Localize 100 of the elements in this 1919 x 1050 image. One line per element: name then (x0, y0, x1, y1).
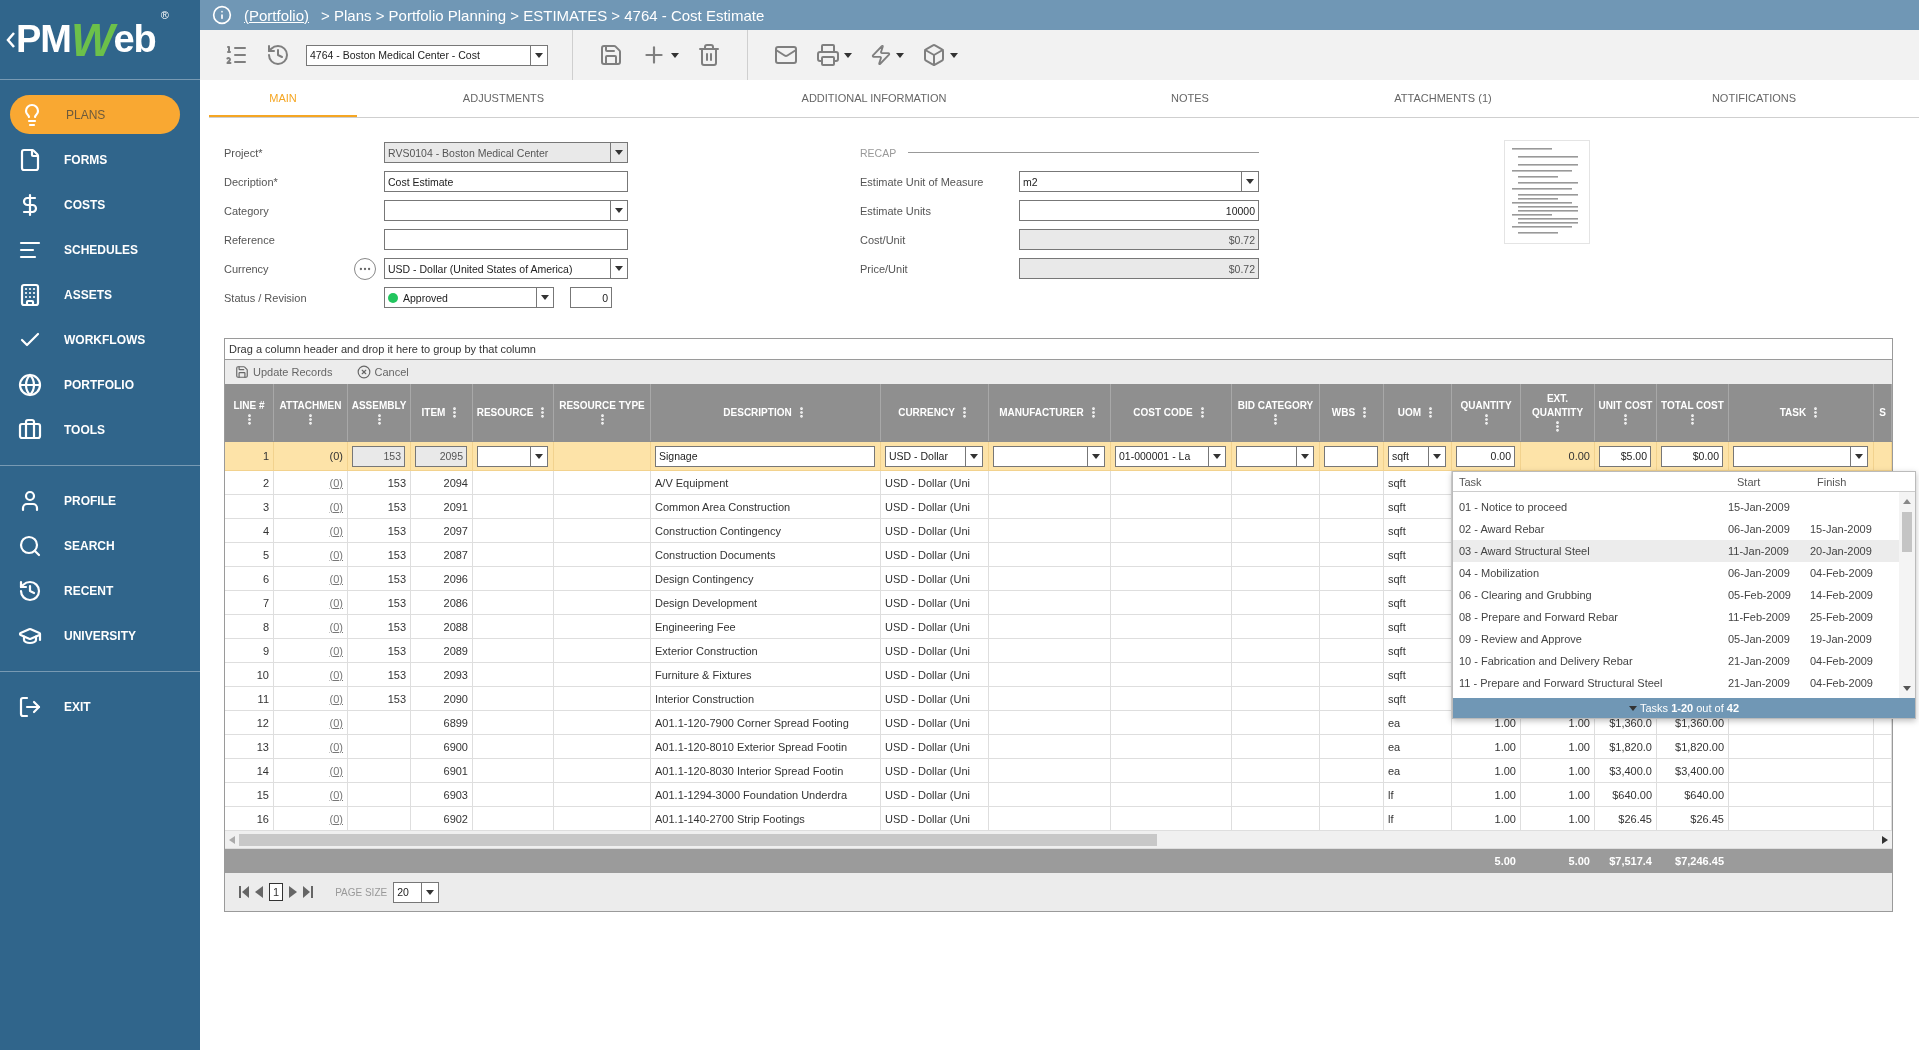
cell-select[interactable] (1236, 445, 1314, 467)
select-field[interactable] (384, 200, 628, 221)
table-cell: 2097 (443, 524, 468, 537)
select-field[interactable]: m2 (1019, 171, 1259, 192)
first-page-icon[interactable] (239, 886, 249, 898)
sidebar-item[interactable]: PLANS (10, 95, 180, 134)
column-header[interactable]: UOM (1397, 405, 1422, 420)
sidebar-item[interactable]: COSTS (10, 185, 180, 224)
select-field[interactable]: USD - Dollar (United States of America) (384, 258, 628, 279)
print-button[interactable] (814, 41, 854, 69)
sidebar-item[interactable]: PROFILE (10, 481, 180, 520)
more-button[interactable] (354, 257, 376, 280)
cell-input[interactable]: Signage (655, 445, 875, 467)
page-size-select[interactable]: 20 (393, 881, 440, 903)
caret-icon (896, 52, 904, 58)
field-label: Cost/Unit (860, 233, 907, 246)
cell-input[interactable]: 0.00 (1456, 445, 1515, 467)
tab[interactable]: NOTES (1098, 80, 1282, 117)
toolbar-button[interactable]: Cancel (356, 365, 409, 379)
column-header[interactable]: ATTACHMEN (279, 399, 342, 413)
input-field[interactable]: 10000 (1019, 200, 1259, 221)
sidebar-item[interactable]: PORTFOLIO (10, 365, 180, 404)
tab[interactable]: ADDITIONAL INFORMATION (650, 80, 1098, 117)
input-field[interactable]: Cost Estimate (384, 171, 628, 192)
column-header[interactable]: TOTAL COST (1661, 399, 1724, 413)
attachments-link[interactable]: (0) (329, 620, 343, 633)
column-header[interactable]: ITEM (421, 405, 446, 420)
cell-select[interactable]: USD - Dollar (885, 445, 983, 467)
column-header[interactable]: UNIT COST (1598, 399, 1653, 413)
attachments-link[interactable]: (0) (329, 788, 343, 801)
table-cell: USD - Dollar (Uni (885, 620, 970, 633)
column-header[interactable]: COST CODE (1133, 405, 1193, 420)
scrollbar[interactable] (225, 831, 1892, 849)
sidebar-item[interactable]: WORKFLOWS (10, 320, 180, 359)
cell-select[interactable]: sqft (1388, 445, 1446, 467)
sidebar-item[interactable]: EXIT (10, 687, 180, 726)
column-header[interactable]: WBS (1331, 405, 1356, 420)
input-field[interactable] (384, 229, 628, 250)
revision-field[interactable]: 0 (570, 287, 612, 308)
column-header[interactable]: BID CATEGORY (1237, 399, 1314, 413)
attachments-link[interactable]: (0) (329, 692, 343, 705)
table-cell: 2089 (443, 644, 468, 657)
attachments-link[interactable]: (0) (329, 764, 343, 777)
column-header[interactable]: LINE # (233, 399, 265, 413)
attachments-link[interactable]: (0) (329, 596, 343, 609)
sidebar-item[interactable]: FORMS (10, 140, 180, 179)
column-header[interactable]: CURRENCY (898, 405, 955, 420)
column-header[interactable]: RESOURCE TYPE (559, 399, 645, 413)
attachments-link[interactable]: (0) (329, 524, 343, 537)
attachments-link[interactable]: (0) (329, 572, 343, 585)
page-number[interactable]: 1 (269, 883, 284, 901)
table-cell: 4 (262, 524, 269, 537)
column-header[interactable]: S (1879, 405, 1886, 420)
cell-select[interactable] (993, 445, 1105, 467)
attachments-link[interactable]: (0) (329, 716, 343, 729)
column-header[interactable]: RESOURCE (476, 405, 534, 420)
scroll-left-icon[interactable] (229, 835, 235, 844)
toolbar-button[interactable]: Update Records (235, 365, 333, 379)
column-header[interactable]: EXT. QUANTITY (1523, 392, 1592, 420)
sidebar-item[interactable]: ASSETS (10, 275, 180, 314)
attachments-link[interactable]: (0) (329, 644, 343, 657)
sidebar-item[interactable]: TOOLS (10, 410, 180, 449)
cell-select[interactable] (1733, 445, 1868, 467)
attachments-link[interactable]: (0) (329, 812, 343, 825)
last-page-icon[interactable] (303, 886, 314, 898)
table-cell: USD - Dollar (Uni (885, 524, 970, 537)
record-select[interactable]: 4764 - Boston Medical Center - Cost (306, 44, 548, 66)
column-header[interactable]: TASK (1779, 405, 1807, 420)
table-cell: $1,360.00 (1675, 716, 1724, 729)
globe-icon (18, 372, 42, 397)
column-header[interactable]: DESCRIPTION (723, 405, 792, 420)
tab[interactable]: ATTACHMENTS (1) (1282, 80, 1604, 117)
cell-select[interactable]: 01-000001 - La (1115, 445, 1226, 467)
next-page-icon[interactable] (289, 886, 298, 898)
table-cell: lf (1388, 812, 1394, 825)
scrollbar[interactable] (1899, 492, 1915, 698)
previous-page-icon[interactable] (255, 886, 263, 898)
sidebar-item[interactable]: UNIVERSITY (10, 616, 180, 655)
tab[interactable]: ADJUSTMENTS (357, 80, 650, 117)
attachments-link[interactable]: (0) (329, 740, 343, 753)
attachments-link[interactable]: (0) (329, 500, 343, 513)
cell-input[interactable]: $0.00 (1661, 445, 1723, 467)
cell-input[interactable]: $5.00 (1599, 445, 1651, 467)
scroll-right-icon[interactable] (1882, 835, 1888, 844)
column-header[interactable]: MANUFACTURER (999, 405, 1084, 420)
document-thumbnail[interactable] (1504, 140, 1590, 244)
sidebar-item[interactable]: SEARCH (10, 526, 180, 565)
sidebar-item[interactable]: RECENT (10, 571, 180, 610)
tab[interactable]: NOTIFICATIONS (1604, 80, 1904, 117)
select-field[interactable]: Approved (384, 287, 554, 308)
cell-select[interactable] (477, 445, 548, 467)
info-icon[interactable] (212, 5, 232, 25)
cell-input[interactable] (1324, 445, 1378, 467)
column-header[interactable]: QUANTITY (1460, 399, 1512, 413)
sidebar-item[interactable]: SCHEDULES (10, 230, 180, 269)
column-header[interactable]: ASSEMBLY (351, 399, 407, 413)
attachments-link[interactable]: (0) (329, 476, 343, 489)
attachments-link[interactable]: (0) (329, 548, 343, 561)
attachments-link[interactable]: (0) (329, 668, 343, 681)
task-option[interactable]: 03 - Award Structural Steel 11-Jan-2009 20-Jan-2009 (1453, 540, 1899, 562)
